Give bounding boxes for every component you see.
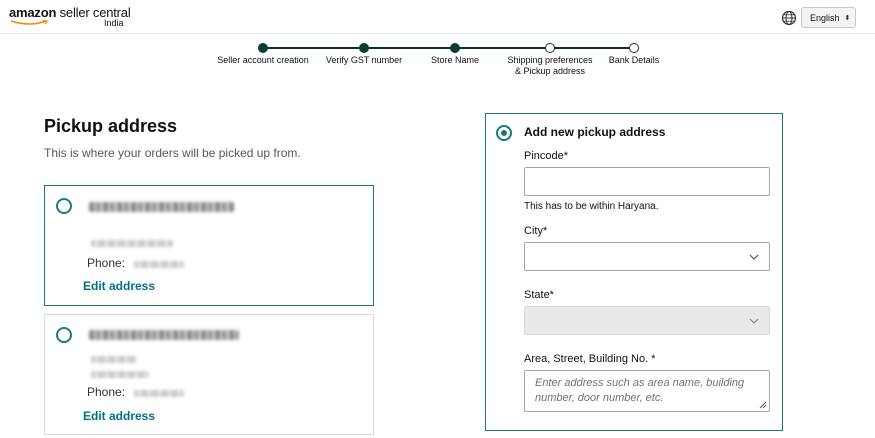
caret-updown-icon: ⬍ [844, 14, 851, 22]
stepper-track [263, 47, 634, 49]
step-dot-seller-account [258, 43, 268, 53]
globe-icon[interactable] [781, 10, 797, 26]
phone-label-1: Phone: [87, 256, 126, 270]
amazon-seller-central-logo[interactable]: amazon seller central India [9, 5, 139, 31]
address-card-1[interactable]: Phone: Edit address [44, 185, 374, 306]
redacted-address-1 [91, 240, 173, 247]
state-select[interactable] [524, 306, 770, 335]
chevron-down-icon [749, 318, 759, 324]
step-dot-bank-details [629, 43, 639, 53]
amazon-smile-icon [10, 20, 49, 25]
page-subtitle: This is where your orders will be picked… [44, 146, 301, 160]
redacted-address-2b [91, 371, 149, 378]
page-title: Pickup address [44, 116, 178, 136]
step-label-store-name: Store Name [430, 55, 480, 65]
resize-handle-icon[interactable] [759, 401, 767, 409]
step-dot-store-name [450, 43, 460, 53]
area-textarea[interactable]: Enter address such as area name, buildin… [524, 370, 770, 412]
phone-label-2: Phone: [87, 385, 126, 399]
city-select[interactable] [524, 242, 770, 271]
area-placeholder: Enter address such as area name, buildin… [535, 377, 745, 404]
progress-stepper: Seller account creation Verify GST numbe… [0, 40, 875, 80]
area-label: Area, Street, Building No. * [524, 353, 656, 365]
city-label: City* [524, 225, 548, 237]
add-address-radio[interactable] [496, 125, 512, 141]
add-address-card: Add new pickup address Pincode* This has… [485, 113, 783, 431]
step-label-verify-gst: Verify GST number [325, 55, 403, 65]
state-label: State* [524, 289, 554, 301]
redacted-name-1 [89, 202, 234, 212]
step-label-shipping-line2: & Pickup address [514, 66, 586, 76]
pincode-input[interactable] [524, 167, 770, 196]
address-card-2[interactable]: Phone: Edit address [44, 314, 374, 435]
redacted-address-2a [91, 356, 137, 363]
redacted-name-2 [89, 330, 239, 340]
region-label: India [104, 18, 124, 28]
add-address-title: Add new pickup address [524, 125, 666, 139]
redacted-phone-2 [134, 390, 184, 397]
address-radio-2[interactable] [56, 327, 72, 343]
step-label-shipping: Shipping preferences & Pickup address [507, 55, 592, 77]
step-dot-verify-gst [359, 43, 369, 53]
redacted-phone-1 [134, 261, 184, 268]
edit-address-link-2[interactable]: Edit address [83, 409, 155, 423]
address-radio-1[interactable] [56, 198, 72, 214]
step-label-shipping-line1: Shipping preferences [507, 55, 593, 65]
chevron-down-icon [749, 254, 759, 260]
edit-address-link-1[interactable]: Edit address [83, 279, 155, 293]
step-label-seller-account: Seller account creation [217, 55, 309, 65]
step-dot-shipping [545, 43, 555, 53]
step-label-bank-details: Bank Details [608, 55, 660, 65]
top-header: amazon seller central India English ⬍ [0, 0, 875, 34]
language-label: English [810, 12, 840, 23]
pincode-hint: This has to be within Haryana. [524, 201, 659, 212]
pincode-label: Pincode* [524, 150, 569, 162]
language-select[interactable]: English ⬍ [801, 7, 856, 28]
